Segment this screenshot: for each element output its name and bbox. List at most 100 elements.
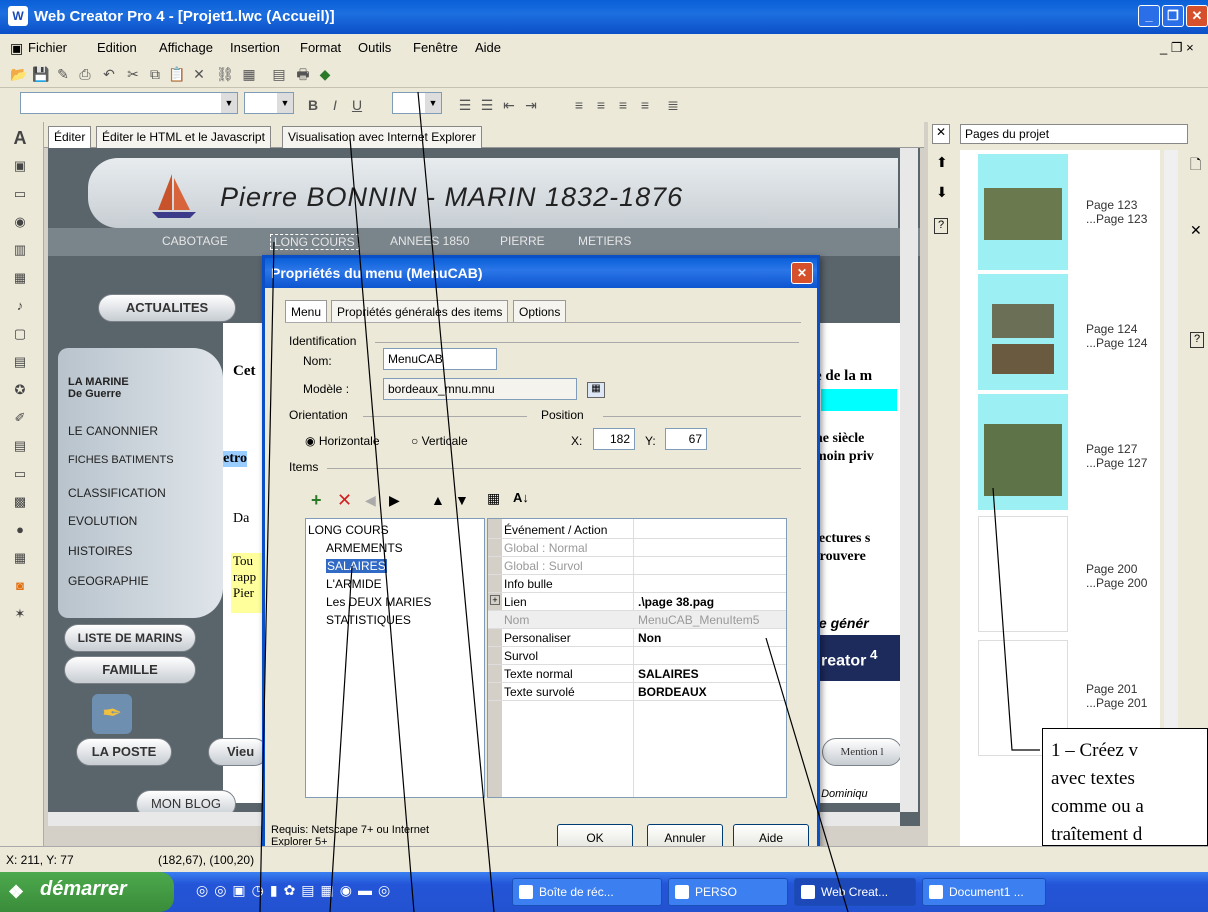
nav-metiers[interactable]: METIERS [578, 234, 631, 248]
sidebar-item-geographie[interactable]: GEOGRAPHIE [68, 574, 149, 588]
arrow-up-icon[interactable]: ⬆ [936, 154, 948, 171]
quill-icon[interactable]: ✒ [92, 694, 132, 734]
sidebar-item-classification[interactable]: CLASSIFICATION [68, 486, 166, 500]
tab-options[interactable]: Options [513, 300, 567, 322]
panel-close-icon[interactable]: ✕ [932, 124, 951, 144]
link-icon[interactable]: ⛓ [216, 65, 234, 83]
panel-help-icon[interactable]: ? [1190, 332, 1204, 348]
justify-icon[interactable]: ≡ [636, 96, 654, 114]
quick-launch-icons[interactable]: ◎◎▣◷▮✿▤▦◉▬◎ [196, 882, 396, 899]
nom-field[interactable]: MenuCAB [383, 348, 497, 370]
x-field[interactable]: 182 [593, 428, 635, 450]
open-folder-icon[interactable]: 📂 [10, 65, 28, 83]
printer-icon[interactable]: 🖶 [294, 65, 312, 83]
prop-row-texte-survole[interactable]: Texte survolé BORDEAUX [488, 683, 786, 701]
paste-icon[interactable]: 📋 [168, 65, 186, 83]
prop-row-global-survol[interactable]: Global : Survol [488, 557, 786, 575]
sidebar-item-fiches[interactable]: FICHES BATIMENTS [68, 454, 174, 466]
copy-icon[interactable]: ⧉ [146, 65, 164, 83]
prop-row-texte-normal[interactable]: Texte normal SALAIRES [488, 665, 786, 683]
pencil-icon[interactable]: ✎ [54, 65, 72, 83]
align-center-icon[interactable]: ≡ [592, 96, 610, 114]
nav-pierre[interactable]: PIERRE [500, 234, 545, 248]
menu-tool-icon[interactable]: ▥ [10, 240, 30, 260]
text-tool-icon[interactable]: A [10, 128, 30, 148]
sidebar-item-histoires[interactable]: HISTOIRES [68, 544, 132, 558]
move-right-icon[interactable]: ▶ [389, 492, 400, 509]
plugin-tool-icon[interactable]: ✐ [10, 408, 30, 428]
la-poste-button[interactable]: LA POSTE [76, 738, 172, 766]
prop-row-global-normal[interactable]: Global : Normal [488, 539, 786, 557]
sidebar-item-evolution[interactable]: EVOLUTION [68, 514, 137, 528]
tab-preview-ie[interactable]: Visualisation avec Internet Explorer [282, 126, 482, 148]
start-button[interactable]: ❖ démarrer [0, 872, 174, 912]
indent-icon[interactable]: ⇥ [522, 96, 540, 114]
famille-button[interactable]: FAMILLE [64, 656, 196, 684]
cut-icon[interactable]: ✂ [124, 65, 142, 83]
doc-tool-icon[interactable]: ▤ [10, 436, 30, 456]
nav-cabotage[interactable]: CABOTAGE [162, 234, 228, 248]
minimize-button[interactable]: _ [1138, 5, 1160, 27]
thumb-200[interactable] [978, 516, 1068, 632]
prop-row-survol[interactable]: Survol [488, 647, 786, 665]
align-left-icon[interactable]: ≡ [570, 96, 588, 114]
add-item-icon[interactable]: + [311, 490, 322, 511]
horizontal-radio[interactable]: ◉ Horizontale [305, 434, 380, 448]
menu-affichage[interactable]: Affichage [159, 40, 213, 55]
maximize-button[interactable]: ❐ [1162, 5, 1184, 27]
delete-page-icon[interactable]: ✕ [1190, 222, 1202, 239]
globe-icon[interactable]: ◆ [316, 65, 334, 83]
vieu-button[interactable]: Vieu [208, 738, 268, 766]
form-tool-icon[interactable]: ▢ [10, 324, 30, 344]
outdent-icon[interactable]: ⇤ [500, 96, 518, 114]
tree-item-long-cours[interactable]: LONG COURS [308, 523, 389, 537]
modele-field[interactable]: bordeaux_mnu.mnu [383, 378, 577, 400]
table-icon[interactable]: ▦ [240, 65, 258, 83]
numbered-list-icon[interactable]: ☰ [456, 96, 474, 114]
print-preview-icon[interactable]: ⎙ [76, 65, 94, 83]
prop-row-info-bulle[interactable]: Info bulle [488, 575, 786, 593]
vertical-radio[interactable]: ○ Verticale [411, 434, 468, 448]
task-web-creator[interactable]: Web Creat... [794, 878, 916, 906]
y-field[interactable]: 67 [665, 428, 707, 450]
thumb-127[interactable] [978, 394, 1068, 510]
counter-tool-icon[interactable]: ▤ [10, 352, 30, 372]
table-tool-icon[interactable]: ▦ [10, 268, 30, 288]
expand-icon[interactable]: + [490, 595, 500, 605]
prop-row-nom[interactable]: Nom MenuCAB_MenuItem5 [488, 611, 786, 629]
undo-icon[interactable]: ↶ [100, 65, 118, 83]
nav-long-cours[interactable]: LONG COURS [270, 234, 359, 250]
actualites-button[interactable]: ACTUALITES [98, 294, 236, 322]
star-tool-icon[interactable]: ✶ [10, 604, 30, 624]
mdi-controls[interactable]: _ ❐ × [1160, 40, 1194, 56]
move-down-icon[interactable]: ▼ [455, 492, 469, 508]
tab-item-props[interactable]: Propriétés générales des items [331, 300, 509, 322]
new-page-icon[interactable]: 🗋 [1190, 154, 1201, 178]
tree-item-deux-maries[interactable]: Les DEUX MARIES [326, 595, 431, 609]
liste-marins-button[interactable]: LISTE DE MARINS [64, 624, 196, 652]
style-select[interactable]: ▼ [20, 92, 238, 114]
tree-item-statistiques[interactable]: STATISTIQUES [326, 613, 411, 627]
task-boite[interactable]: Boîte de réc... [512, 878, 662, 906]
nav-annees[interactable]: ANNEES 1850 [390, 234, 469, 248]
help-icon[interactable]: ? [934, 218, 948, 234]
arrow-down-icon[interactable]: ⬇ [936, 184, 948, 201]
menu-format[interactable]: Format [300, 40, 341, 55]
button-tool-icon[interactable]: ▭ [10, 184, 30, 204]
rss-tool-icon[interactable]: ◙ [10, 576, 30, 596]
tree-item-salaires[interactable]: SALAIRES [326, 559, 387, 573]
menu-insertion[interactable]: Insertion [230, 40, 280, 55]
horizontal-rule-icon[interactable]: ≣ [664, 96, 682, 114]
gallery-tool-icon[interactable]: ▩ [10, 492, 30, 512]
image-icon[interactable]: ▤ [270, 65, 288, 83]
tab-editer[interactable]: Éditer [48, 126, 92, 148]
sound-tool-icon[interactable]: ♪ [10, 296, 30, 316]
tab-menu[interactable]: Menu [285, 300, 328, 322]
task-perso[interactable]: PERSO [668, 878, 788, 906]
chat-tool-icon[interactable]: ● [10, 520, 30, 540]
menu-fichier[interactable]: Fichier [28, 40, 67, 55]
menu-outils[interactable]: Outils [358, 40, 391, 55]
color-select[interactable]: ▼ [392, 92, 442, 114]
tree-item-armide[interactable]: L'ARMIDE [326, 577, 382, 591]
tree-item-armements[interactable]: ARMEMENTS [326, 541, 403, 555]
